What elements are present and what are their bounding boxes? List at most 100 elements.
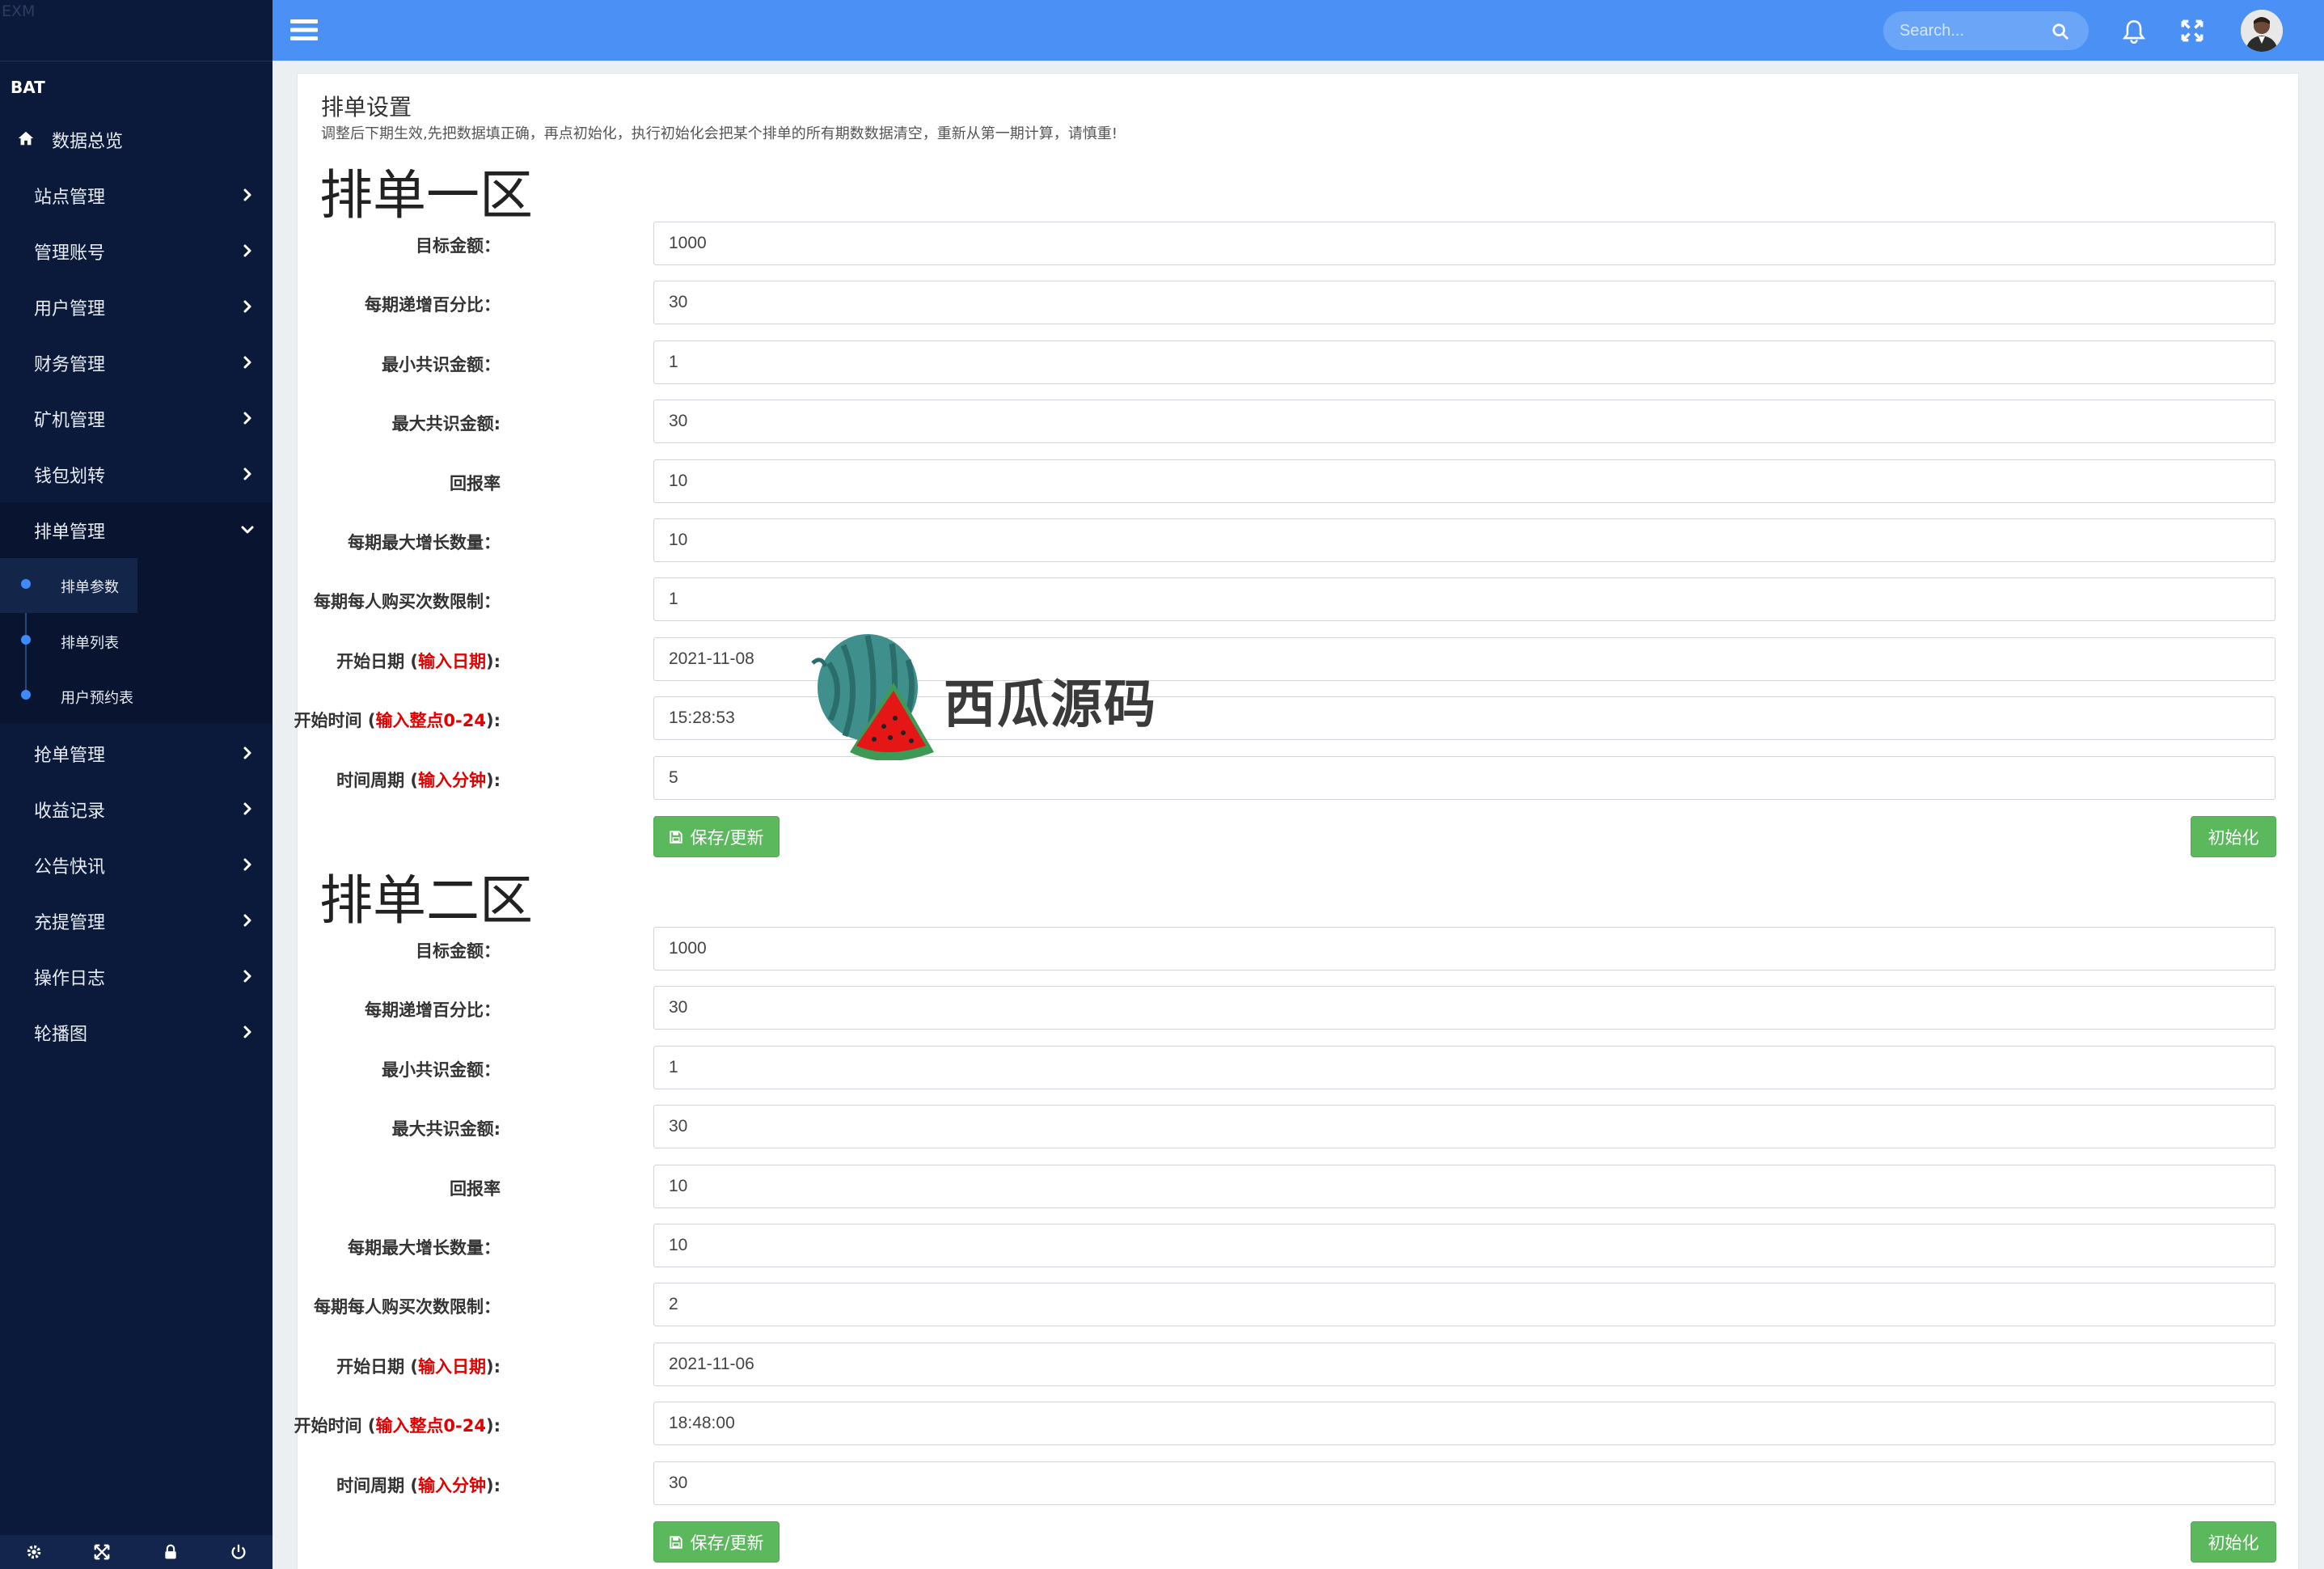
field-input[interactable] [653, 222, 2275, 265]
sidebar-item-0[interactable]: 站点管理 [0, 167, 273, 223]
field-input[interactable] [653, 1402, 2275, 1445]
field-hint: 输入分钟 [418, 771, 486, 790]
sidebar-item-1[interactable]: 管理账号 [0, 223, 273, 279]
sidebar-item-label: 矿机管理 [34, 410, 106, 431]
field-input[interactable] [653, 1461, 2275, 1505]
field-input[interactable] [653, 986, 2275, 1030]
chevron-right-icon [243, 858, 251, 871]
field-label-text: 开始日期 ( [336, 652, 418, 671]
submenu-item-0[interactable]: 排单参数 [0, 558, 273, 613]
sidebar-item-label: 财务管理 [34, 354, 106, 375]
sidebar-footer [0, 1535, 273, 1569]
field-label-text: 回报率 [450, 1179, 501, 1199]
sidebar-item-dashboard[interactable]: 数据总览 [0, 112, 273, 167]
field-input[interactable] [653, 459, 2275, 503]
form-row: 每期最大增长数量： [298, 518, 2300, 562]
field-input[interactable] [653, 281, 2275, 324]
sidebar-item-6[interactable]: 排单管理 [0, 502, 273, 558]
form-row: 回报率 [298, 459, 2300, 503]
avatar-image [2241, 10, 2283, 52]
field-label-text: 最小共识金额： [382, 1060, 501, 1080]
field-input[interactable] [653, 927, 2275, 971]
watermark: 西瓜源码 [805, 631, 1160, 761]
page-description: 调整后下期生效,先把数据填正确，再点初始化，执行初始化会把某个排单的所有期数数据… [321, 125, 1118, 142]
chevron-right-icon [243, 802, 251, 815]
field-label: 每期每人购买次数限制： [314, 589, 501, 613]
floppy-disk-icon [670, 830, 683, 844]
search-icon[interactable] [2051, 23, 2069, 40]
form-row: 每期最大增长数量： [298, 1224, 2300, 1267]
menu-toggle-icon[interactable] [290, 18, 318, 42]
field-label-suffix: ): [486, 652, 501, 671]
chevron-right-icon [243, 746, 251, 759]
initialize-button[interactable]: 初始化 [2191, 1521, 2276, 1563]
submenu-item-2[interactable]: 用户预约表 [0, 669, 273, 724]
field-input[interactable] [653, 1105, 2275, 1148]
chevron-right-icon [243, 914, 251, 927]
save-button-label: 保存/更新 [690, 827, 764, 848]
sidebar-item-5[interactable]: 钱包划转 [0, 446, 273, 502]
submenu-item-1[interactable]: 排单列表 [0, 614, 273, 669]
submenu-dot [21, 579, 31, 589]
sidebar-item-after-1[interactable]: 收益记录 [0, 781, 273, 837]
floppy-disk-icon [670, 1535, 683, 1549]
field-label-text: 开始时间 ( [294, 1416, 376, 1436]
field-input[interactable] [653, 1046, 2275, 1089]
field-input[interactable] [653, 1283, 2275, 1326]
logout-button[interactable] [205, 1535, 273, 1569]
field-input[interactable] [653, 400, 2275, 443]
chevron-right-icon [243, 467, 251, 480]
fullscreen-icon[interactable] [2181, 19, 2204, 42]
submenu-dot [21, 635, 31, 645]
form-row: 每期每人购买次数限制： [298, 577, 2300, 621]
field-label-text: 每期递增百分比： [365, 1000, 501, 1020]
section-title: 排单一区 [319, 164, 533, 226]
sidebar-item-after-5[interactable]: 轮播图 [0, 1004, 273, 1060]
field-label: 每期递增百分比： [365, 292, 501, 316]
field-label-suffix: ): [486, 1357, 501, 1377]
sidebar-item-label: 操作日志 [34, 968, 106, 989]
user-avatar[interactable] [2241, 10, 2283, 52]
fullscreen-button[interactable] [68, 1535, 136, 1569]
save-update-button[interactable]: 保存/更新 [653, 1521, 780, 1563]
sidebar-item-label: 站点管理 [34, 187, 106, 208]
field-label-text: 开始时间 ( [294, 711, 376, 730]
top-bar [273, 0, 2324, 61]
form-row: 最小共识金额： [298, 1046, 2300, 1089]
lock-button[interactable] [137, 1535, 205, 1569]
init-button-label: 初始化 [2208, 827, 2259, 848]
field-input[interactable] [653, 518, 2275, 562]
sidebar-item-label: 抢单管理 [34, 745, 106, 766]
form-row: 目标金额： [298, 927, 2300, 971]
gear-icon [27, 1545, 41, 1559]
sidebar-item-after-2[interactable]: 公告快讯 [0, 837, 273, 893]
sidebar-item-after-4[interactable]: 操作日志 [0, 949, 273, 1004]
save-update-button[interactable]: 保存/更新 [653, 816, 780, 857]
sidebar-item-3[interactable]: 财务管理 [0, 335, 273, 391]
field-input[interactable] [653, 1224, 2275, 1267]
bell-icon[interactable] [2123, 19, 2145, 44]
field-input[interactable] [653, 1343, 2275, 1386]
sidebar-item-after-3[interactable]: 充提管理 [0, 893, 273, 949]
field-hint: 输入分钟 [418, 1476, 486, 1495]
sidebar-top-label: EXM [2, 2, 36, 20]
sidebar-item-after-0[interactable]: 抢单管理 [0, 725, 273, 781]
field-label-text: 每期递增百分比： [365, 295, 501, 315]
chevron-right-icon [243, 244, 251, 257]
field-hint: 输入整点0-24 [375, 1416, 486, 1436]
settings-button[interactable] [0, 1535, 68, 1569]
field-label: 时间周期 (输入分钟): [336, 768, 501, 792]
field-label: 回报率 [450, 471, 501, 495]
field-input[interactable] [653, 340, 2275, 384]
field-input[interactable] [653, 577, 2275, 621]
chevron-down-icon [241, 526, 254, 534]
field-input[interactable] [653, 756, 2275, 800]
initialize-button[interactable]: 初始化 [2191, 816, 2276, 857]
field-input[interactable] [653, 1165, 2275, 1208]
sidebar-item-label: 数据总览 [52, 131, 124, 152]
form-row: 时间周期 (输入分钟): [298, 756, 2300, 800]
sidebar-item-4[interactable]: 矿机管理 [0, 391, 273, 446]
sidebar-item-2[interactable]: 用户管理 [0, 279, 273, 335]
field-label: 时间周期 (输入分钟): [336, 1473, 501, 1497]
watermark-text: 西瓜源码 [944, 675, 1157, 735]
